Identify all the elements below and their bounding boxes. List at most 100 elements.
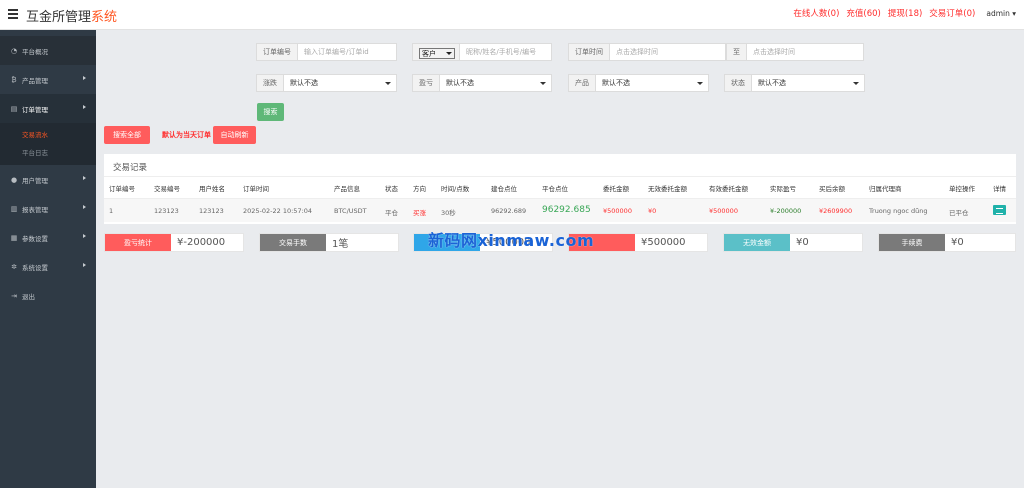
chevron-down-icon — [446, 52, 452, 55]
logout-icon: ⇥ — [11, 291, 17, 300]
customer-field: 客户 昵称/姓名/手机号/编号 — [412, 43, 552, 61]
stat-value: 1笔 — [332, 239, 349, 250]
document-icon: ▤ — [10, 104, 18, 113]
col-header: 产品信息 — [334, 185, 360, 193]
updown-select[interactable]: 默认不选 — [284, 75, 396, 91]
top-bar: 互金所管理系统 在线人数(0) 充值(60) 提现(18) 交易订单(0) ad… — [0, 0, 1024, 30]
sidebar-item-logout[interactable]: ⇥ 退出 — [0, 281, 96, 310]
col-header: 时间/点数 — [441, 185, 470, 193]
cell-time-points: 30秒 — [441, 209, 456, 217]
sidebar-submenu: 交易流水 平台日志 — [0, 123, 96, 165]
status-label: 状态 — [725, 75, 752, 91]
col-header: 用户姓名 — [199, 185, 225, 193]
sidebar-item-users[interactable]: ● 用户管理 — [0, 165, 96, 194]
sidebar-subitem-trades[interactable]: 交易流水 — [0, 125, 96, 143]
order-no-input[interactable]: 输入订单编号/订单id — [298, 44, 396, 60]
order-time-end-input[interactable]: 点击选择时间 — [747, 44, 863, 60]
updown-label: 涨跌 — [257, 75, 284, 91]
sidebar-item-orders[interactable]: ▤ 订单管理 — [0, 94, 96, 123]
updown-field: 涨跌 默认不选 — [256, 74, 397, 92]
cell-invalid-amount: ¥0 — [648, 207, 657, 215]
chevron-down-icon — [385, 82, 391, 85]
menu-icon[interactable] — [8, 9, 18, 19]
default-note: 默认为当天订单 — [162, 131, 211, 139]
sidebar-item-system[interactable]: ✲ 系统设置 — [0, 252, 96, 281]
profit-label: 盈亏 — [413, 75, 440, 91]
cell-user-name: 123123 — [199, 207, 224, 215]
sidebar-item-reports[interactable]: ▥ 报表管理 — [0, 194, 96, 223]
chevron-right-icon — [83, 205, 86, 209]
sidebar: ◔ 平台概况 ₿ 产品管理 ▤ 订单管理 交易流水 平台日志 ● 用户管理 ▥ … — [0, 30, 96, 488]
col-header: 有效委托金额 — [709, 185, 748, 193]
col-header: 无效委托金额 — [648, 185, 687, 193]
chevron-right-icon — [83, 263, 86, 267]
user-icon: ● — [10, 175, 18, 184]
detail-icon[interactable] — [993, 205, 1006, 215]
customer-type-select[interactable]: 客户 — [419, 48, 455, 59]
chevron-down-icon — [540, 82, 546, 85]
trade-orders-link[interactable]: 交易订单(0) — [929, 7, 975, 19]
watermark: 新码网xinmaw.com — [428, 231, 595, 250]
col-header: 买后余额 — [819, 185, 845, 193]
search-all-button[interactable]: 搜索全部 — [104, 126, 150, 144]
chevron-down-icon — [853, 82, 859, 85]
col-header: 详情 — [993, 185, 1006, 193]
sidebar-subitem-logs[interactable]: 平台日志 — [0, 143, 96, 161]
sliders-icon: ▦ — [10, 233, 18, 242]
cell-order-time: 2025-02-22 10:57:04 — [243, 207, 313, 215]
chevron-right-icon — [83, 176, 86, 180]
auto-refresh-button[interactable]: 自动刷新 — [213, 126, 256, 144]
recharge-link[interactable]: 充值(60) — [846, 7, 880, 19]
col-header: 订单时间 — [243, 185, 269, 193]
search-button[interactable]: 搜索 — [257, 103, 284, 121]
online-users-link[interactable]: 在线人数(0) — [793, 7, 839, 19]
stat-label: 手续费 — [879, 234, 945, 251]
col-header: 建仓点位 — [491, 185, 517, 193]
cell-control: 已平仓 — [949, 209, 969, 217]
order-no-field: 订单编号 输入订单编号/订单id — [256, 43, 397, 61]
cell-entrust-amount: ¥500000 — [603, 207, 632, 215]
order-time-end-field: 至 点击选择时间 — [726, 43, 864, 61]
chevron-down-icon — [697, 82, 703, 85]
col-header: 归属代理商 — [869, 185, 902, 193]
panel-title: 交易记录 — [113, 163, 148, 173]
profit-field: 盈亏 默认不选 — [412, 74, 552, 92]
sidebar-item-overview[interactable]: ◔ 平台概况 — [0, 36, 96, 65]
col-header: 单控操作 — [949, 185, 975, 193]
cell-actual-pnl: ¥-200000 — [770, 207, 802, 215]
order-time-start-input[interactable]: 点击选择时间 — [610, 44, 725, 60]
col-header: 订单编号 — [109, 185, 135, 193]
chevron-down-icon: ▾ — [1012, 8, 1016, 18]
withdraw-link[interactable]: 提现(18) — [888, 7, 922, 19]
col-header: 实际盈亏 — [770, 185, 796, 193]
stat-value: ¥0 — [951, 237, 964, 248]
stat-value: ¥0 — [796, 237, 809, 248]
status-select[interactable]: 默认不选 — [752, 75, 864, 91]
sidebar-item-products[interactable]: ₿ 产品管理 — [0, 65, 96, 94]
stat-label: 盈亏统计 — [105, 234, 171, 251]
trade-records-panel: 交易记录 订单编号 交易编号 用户姓名 订单时间 产品信息 状态 方向 时间/点… — [104, 154, 1016, 224]
status-field: 状态 默认不选 — [724, 74, 865, 92]
stat-trade-count: 交易手数 1笔 — [259, 233, 399, 252]
customer-input[interactable]: 昵称/姓名/手机号/编号 — [460, 44, 551, 60]
stat-pnl: 盈亏统计 ¥-200000 — [104, 233, 244, 252]
col-header: 平仓点位 — [542, 185, 568, 193]
app-title: 互金所管理系统 — [26, 10, 118, 25]
cell-valid-amount: ¥500000 — [709, 207, 738, 215]
chevron-right-icon — [83, 105, 86, 109]
stat-label: 交易手数 — [260, 234, 326, 251]
stat-value: ¥500000 — [641, 237, 686, 248]
gear-icon: ✲ — [11, 262, 17, 271]
cell-status: 平仓 — [385, 209, 398, 217]
col-header: 方向 — [413, 185, 426, 193]
chevron-right-icon — [83, 76, 86, 80]
product-select[interactable]: 默认不选 — [596, 75, 708, 91]
order-no-label: 订单编号 — [257, 44, 298, 60]
col-header: 交易编号 — [154, 185, 180, 193]
stat-label: 无效金额 — [724, 234, 790, 251]
to-label: 至 — [727, 44, 747, 60]
profit-select[interactable]: 默认不选 — [440, 75, 551, 91]
user-menu[interactable]: admin ▾ — [986, 9, 1016, 18]
sidebar-item-params[interactable]: ▦ 参数设置 — [0, 223, 96, 252]
order-time-label: 订单时间 — [569, 44, 610, 60]
